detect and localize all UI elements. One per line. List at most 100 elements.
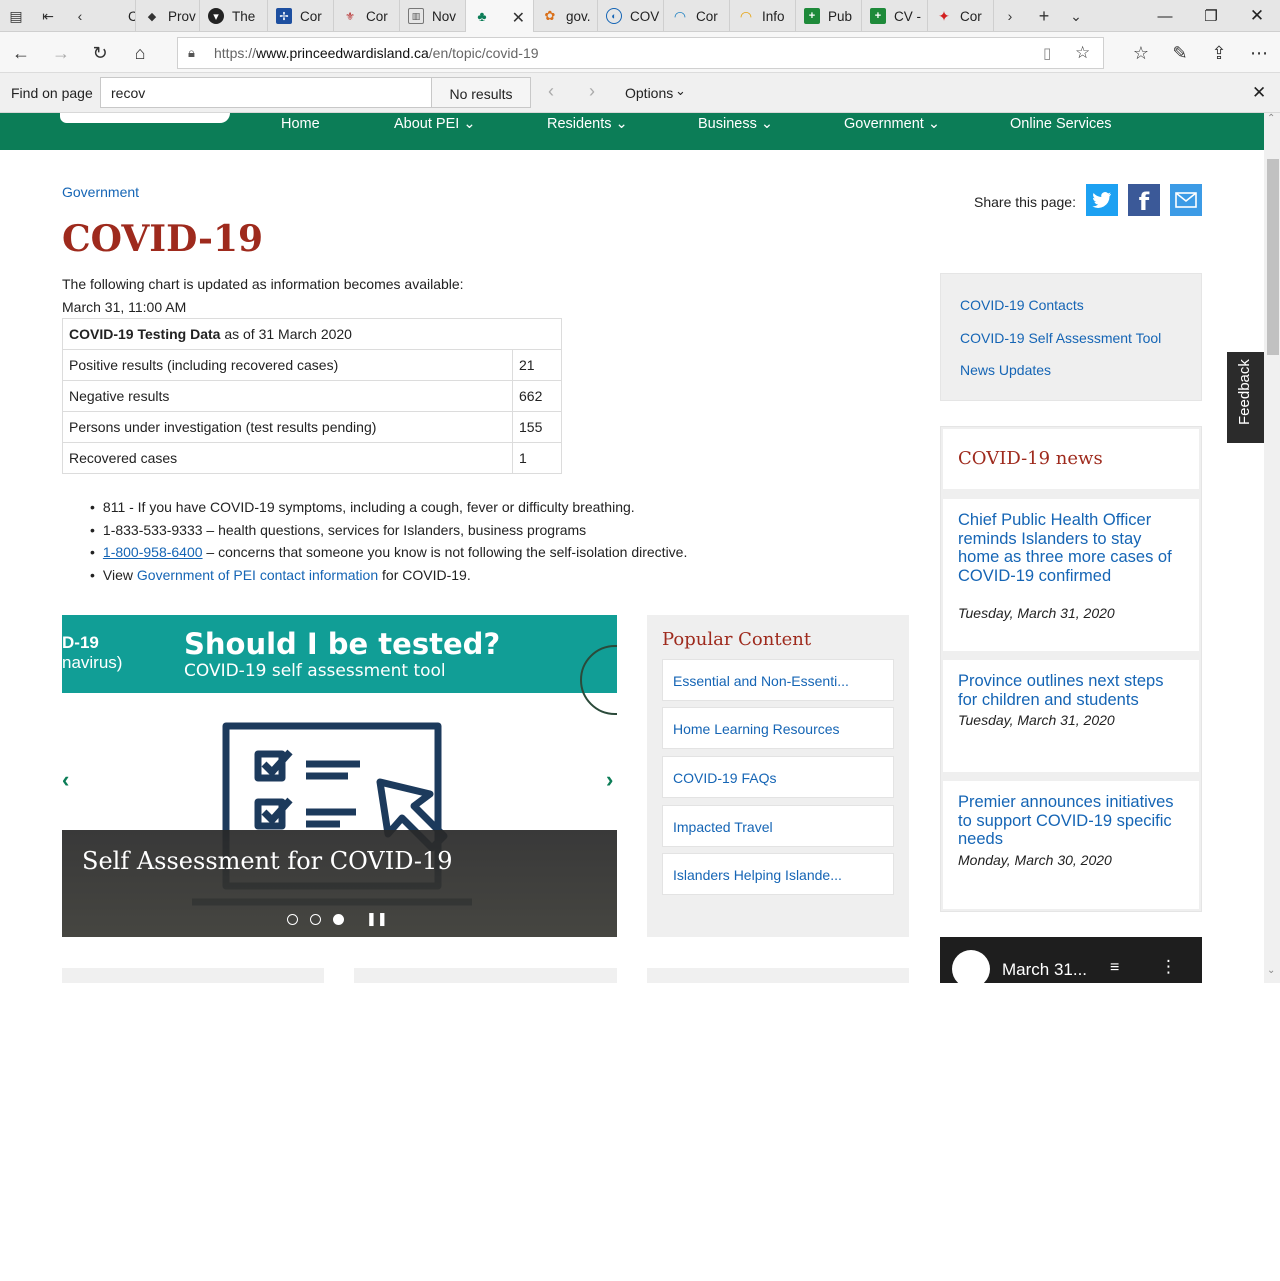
set-aside-tabs-icon[interactable]: ⇤ [38,6,58,26]
facebook-icon[interactable]: f [1128,184,1160,216]
carousel-dot[interactable] [287,913,298,925]
nav-business[interactable]: Business ⌄ [698,116,773,132]
tab-case[interactable]: Case [96,0,136,32]
tab-label: Cor [300,8,322,24]
feedback-button[interactable]: Feedback [1227,352,1264,443]
tab-prov[interactable]: ◆ Prov [136,0,200,32]
restore-icon[interactable]: ❐ [1188,0,1234,32]
playlist-icon[interactable]: ≡ [1110,959,1119,977]
tab-actions-icon[interactable]: ▤ [6,6,26,26]
news-title[interactable]: Province outlines next steps for childre… [958,672,1186,709]
popular-link[interactable]: Islanders Helping Islande... [662,853,894,895]
chevron-down-icon[interactable]: ⌄ [675,83,686,99]
tab-label: Prov [168,8,196,24]
cross-icon: + [870,8,886,24]
popular-link[interactable]: Essential and Non-Essenti... [662,659,894,701]
scroll-down-icon[interactable]: ⌄ [1267,965,1275,976]
news-item[interactable]: Chief Public Health Officer reminds Isla… [943,499,1199,651]
nav-label: Business [698,116,757,132]
tab-label: Cor [696,8,718,24]
news-title[interactable]: Chief Public Health Officer reminds Isla… [958,511,1186,586]
scroll-up-icon[interactable]: ⌃ [1267,113,1275,124]
scrollbar[interactable]: ⌃ ⌄ [1264,113,1280,983]
url-field[interactable]: 🔒︎ https://www.princeedwardisland.ca/en/… [177,37,1104,69]
more-options-icon[interactable]: ⋮ [1160,957,1177,977]
sun-icon: ◠ [739,7,753,24]
close-window-icon[interactable]: ✕ [1234,0,1280,32]
find-next-icon[interactable]: › [589,81,595,102]
tab-cv[interactable]: + CV - [862,0,928,32]
close-tab-icon[interactable]: ✕ [512,8,525,28]
phone-link[interactable]: 1-800-958-6400 [103,544,203,560]
pen-icon[interactable]: ✎ [1167,40,1193,66]
carousel: D-19 navirus) Should I be tested? COVID-1… [62,615,617,937]
twitter-icon[interactable] [1086,184,1118,216]
banner-subtitle: COVID-19 self assessment tool [184,661,446,681]
find-input[interactable]: recov [100,77,432,108]
carousel-dot-active[interactable] [333,913,344,925]
card-stub [354,968,617,983]
tab-pub[interactable]: + Pub [796,0,862,32]
nav-online-services[interactable]: Online Services [1010,116,1112,132]
find-previous-icon[interactable]: ‹ [548,81,554,102]
close-find-icon[interactable]: ✕ [1252,83,1266,103]
carousel-next-icon[interactable]: › [606,767,613,793]
tab-label: Cor [960,8,982,24]
refresh-icon[interactable]: ↻ [87,40,113,66]
more-icon[interactable]: ⋯ [1246,40,1272,66]
popular-link[interactable]: Impacted Travel [662,805,894,847]
tab-preview-icon[interactable]: ⌄ [1066,6,1086,26]
tab-info[interactable]: ◠ Info [730,0,796,32]
pause-icon[interactable]: ❚❚ [366,911,388,927]
news-item[interactable]: Province outlines next steps for childre… [943,660,1199,772]
scroll-tabs-left-icon[interactable]: ‹ [70,6,90,26]
forward-icon[interactable]: → [48,40,74,66]
tab-crest[interactable]: ⚜ Cor [334,0,400,32]
scroll-tabs-right-icon[interactable]: › [1000,6,1020,26]
tab-canada[interactable]: ✦ Cor [928,0,994,32]
contact-info-link[interactable]: Government of PEI contact information [137,567,378,583]
favorites-icon[interactable]: ☆ [1128,40,1154,66]
quick-link[interactable]: COVID-19 Self Assessment Tool [960,330,1161,346]
favorite-star-icon[interactable]: ☆ [1075,43,1090,63]
tab-nov[interactable]: ▥ Nov [400,0,466,32]
tab-the[interactable]: ▾ The [200,0,268,32]
popular-link[interactable]: COVID-19 FAQs [662,756,894,798]
card-stub [647,968,909,983]
new-tab-icon[interactable]: + [1034,6,1054,26]
tab-pei-active[interactable]: ♣ ✕ [466,0,534,32]
home-icon[interactable]: ⌂ [127,40,153,66]
nav-about-pei[interactable]: About PEI ⌄ [394,116,475,132]
share-icon[interactable]: ⇪ [1206,40,1232,66]
find-results: No results [432,77,531,108]
quick-link[interactable]: COVID-19 Contacts [960,297,1084,313]
tab-label: Pub [828,8,853,24]
feedback-label: Feedback [1236,359,1253,425]
carousel-dot[interactable] [310,913,321,925]
breadcrumb[interactable]: Government [62,184,139,200]
reading-view-icon[interactable]: ▯ [1043,44,1051,62]
scroll-thumb[interactable] [1267,159,1279,355]
popular-link[interactable]: Home Learning Resources [662,707,894,749]
tab-gov[interactable]: ✿ gov. [534,0,598,32]
minimize-icon[interactable]: — [1142,0,1188,32]
video-embed[interactable]: March 31... ≡ ⋮ [940,937,1202,983]
quick-link[interactable]: News Updates [960,362,1051,378]
back-icon[interactable]: ← [8,40,34,66]
email-icon[interactable] [1170,184,1202,216]
maple-leaf-icon: ✦ [938,7,950,24]
nav-home[interactable]: Home [281,116,320,132]
tab-cov[interactable]: ◐ COV [598,0,664,32]
news-title[interactable]: Premier announces initiatives to support… [958,793,1186,849]
carousel-prev-icon[interactable]: ‹ [62,767,69,793]
tab-quebec[interactable]: ✢ Cor [268,0,334,32]
nav-residents[interactable]: Residents ⌄ [547,116,628,132]
find-options-button[interactable]: Options [625,85,673,101]
news-item[interactable]: Premier announces initiatives to support… [943,781,1199,909]
news-date: Tuesday, March 31, 2020 [958,605,1115,621]
list-item: 811 - If you have COVID-19 symptoms, inc… [88,496,687,519]
tab-wave[interactable]: ◠ Cor [664,0,730,32]
nav-government[interactable]: Government ⌄ [844,116,940,132]
carousel-banner[interactable]: D-19 navirus) Should I be tested? COVID-1… [62,615,617,693]
page-icon [104,8,120,24]
